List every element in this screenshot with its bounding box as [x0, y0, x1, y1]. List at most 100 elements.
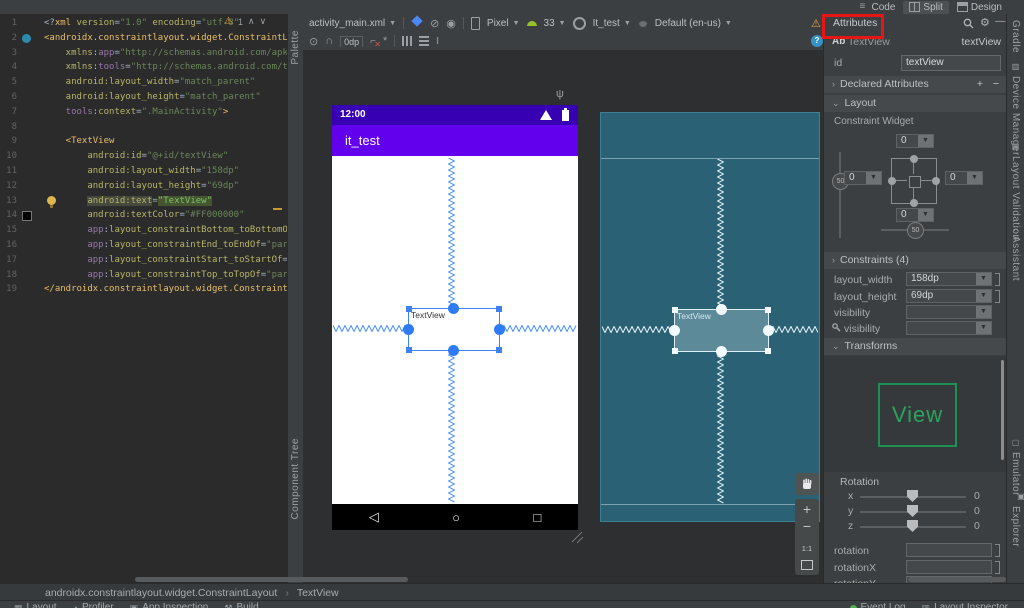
tab-design[interactable]: Design — [951, 1, 1008, 14]
remove-attribute-button[interactable]: − — [993, 76, 999, 93]
code-line[interactable]: 2 <androidx.constraintlayout.widget.Const… — [0, 31, 287, 46]
code-line[interactable]: 12 android:layout_height="69dp" — [0, 179, 287, 194]
margin-end-dropdown[interactable]: 0 ▼ — [945, 171, 983, 185]
visibility-dropdown[interactable]: ▼ — [906, 305, 992, 319]
zoom-reset-button[interactable]: 1:1 — [802, 541, 812, 556]
anchor-top[interactable] — [448, 303, 459, 314]
constraint-anchor-start[interactable] — [888, 177, 896, 185]
panel-scrollbar[interactable] — [1001, 360, 1004, 460]
resize-handle-nw[interactable] — [672, 307, 678, 313]
anchor-bottom[interactable] — [448, 345, 459, 356]
rotation-z-thumb[interactable] — [907, 520, 918, 532]
design-surface[interactable]: ψ 12:00 it_test TextView ◁ ○ □ TextView … — [303, 50, 823, 583]
anchor-bottom[interactable] — [716, 346, 727, 357]
palette-tab[interactable]: Palette — [290, 30, 301, 65]
code-line[interactable]: 19 </androidx.constraintlayout.widget.Con… — [0, 282, 287, 297]
locale-selector[interactable]: Default (en-us) ▼ — [655, 18, 732, 29]
code-line[interactable]: 11 android:layout_width="158dp" — [0, 164, 287, 179]
layout-section-header[interactable]: ⌄ Layout — [824, 95, 1007, 112]
layers-icon[interactable] — [411, 15, 423, 30]
resize-handle-sw[interactable] — [672, 348, 678, 354]
code-line[interactable]: 13 android:text="TextView" — [0, 194, 287, 209]
layout-width-dropdown[interactable]: 158dp ▼ — [906, 272, 992, 286]
code-line[interactable]: 10 android:id="@+id/textView" — [0, 149, 287, 164]
id-input[interactable]: textView — [901, 55, 1001, 71]
theme-selector[interactable]: It_test ▼ — [593, 18, 631, 29]
device-file-explorer-tab[interactable]: ▣ Device File Explorer — [1010, 492, 1024, 583]
intention-bulb-icon[interactable] — [47, 195, 56, 208]
tool-window-event-log[interactable]: Event Log — [849, 601, 906, 608]
default-margins-selector[interactable]: 0dp — [340, 35, 364, 47]
resize-handle-nw[interactable] — [406, 306, 412, 312]
prev-issue-icon[interactable]: ∧ — [248, 16, 255, 27]
anchor-top[interactable] — [716, 304, 727, 315]
tools-visibility-dropdown[interactable]: ▼ — [906, 321, 992, 335]
constraint-anchor-end[interactable] — [932, 177, 940, 185]
rotation-x-input[interactable] — [906, 560, 992, 574]
breadcrumb-textview[interactable]: TextView — [297, 587, 339, 599]
code-line[interactable]: 8 — [0, 120, 287, 135]
layout-height-dropdown[interactable]: 69dp ▼ — [906, 289, 992, 303]
canvas-resize-handle[interactable] — [570, 530, 584, 544]
code-editor[interactable]: 1 <?xml version="1.0" encoding="utf-8" 2 <a… — [0, 14, 287, 583]
tool-window-profiler[interactable]: ◔ Profiler — [73, 601, 114, 608]
resize-handle-sw[interactable] — [406, 347, 412, 353]
rotation-input[interactable] — [906, 543, 992, 557]
emulator-tab[interactable]: ▢ Emulator — [1010, 438, 1021, 496]
margin-start-dropdown[interactable]: 0 ▼ — [844, 171, 882, 185]
rotation-x-thumb[interactable] — [907, 490, 918, 502]
constraint-widget[interactable] — [888, 155, 940, 207]
code-line[interactable]: 16 app:layout_constraintEnd_toEndOf="par… — [0, 238, 287, 253]
rotation-y-thumb[interactable] — [907, 505, 918, 517]
panel-horizontal-scrollbar[interactable] — [908, 577, 1006, 582]
tab-split[interactable]: Split — [903, 0, 949, 14]
search-icon[interactable] — [963, 18, 974, 29]
resize-handle-ne[interactable] — [765, 307, 771, 313]
code-line[interactable]: 3 xmlns:app="http://schemas.android.com/… — [0, 46, 287, 61]
breadcrumb-constraintlayout[interactable]: androidx.constraintlayout.widget.Constra… — [45, 587, 277, 599]
error-stripe-mark[interactable] — [273, 208, 282, 210]
horizontal-bias-handle[interactable]: 50 — [907, 222, 924, 239]
code-line[interactable]: 17 app:layout_constraintStart_toStartOf=… — [0, 253, 287, 268]
tool-window-layout[interactable]: ▦ Layout — [14, 601, 57, 608]
guidelines-icon[interactable]: I — [436, 36, 439, 47]
gear-icon[interactable]: ⚙ — [980, 16, 990, 29]
resize-handle-se[interactable] — [765, 348, 771, 354]
zoom-in-button[interactable]: + — [803, 501, 811, 518]
assistant-tab[interactable]: ∷ Assistant — [1010, 226, 1021, 281]
design-preview-phone[interactable]: 12:00 it_test TextView ◁ ○ □ — [332, 105, 578, 530]
pan-tool-button[interactable] — [795, 473, 819, 495]
constraints-section-header[interactable]: › Constraints (4) — [824, 252, 1007, 269]
code-line[interactable]: 15 app:layout_constraintBottom_toBottomO… — [0, 223, 287, 238]
code-line[interactable]: 4 xmlns:tools="http://schemas.android.co… — [0, 60, 287, 75]
gradle-tab[interactable]: Gradle — [1010, 20, 1021, 53]
add-attribute-button[interactable]: + — [977, 76, 983, 93]
pack-icon[interactable] — [402, 36, 413, 46]
blueprint-preview-phone[interactable]: TextView — [600, 112, 820, 522]
file-tab[interactable]: activity_main.xml ▼ — [309, 18, 396, 29]
warning-icon[interactable]: ⚠ — [811, 17, 821, 30]
anchor-end[interactable] — [494, 324, 505, 335]
code-line[interactable]: 5 android:layout_width="match_parent" — [0, 75, 287, 90]
code-line[interactable]: 7 tools:context=".MainActivity"> — [0, 105, 287, 120]
no-design-surface-icon[interactable]: ⊘ — [430, 17, 439, 30]
zoom-out-button[interactable]: − — [803, 518, 811, 535]
code-line[interactable]: 14 android:textColor="#FF000000" — [0, 208, 287, 223]
margin-top-dropdown[interactable]: 0 ▼ — [896, 134, 934, 148]
resize-handle-se[interactable] — [496, 347, 502, 353]
code-line[interactable]: 18 app:layout_constraintTop_toTopOf="par… — [0, 268, 287, 283]
zoom-to-fit-button[interactable] — [801, 560, 813, 570]
resize-handle-ne[interactable] — [496, 306, 502, 312]
minimize-icon[interactable]: — — [995, 15, 1006, 27]
transforms-section-header[interactable]: ⌄ Transforms — [824, 338, 1007, 355]
device-selector[interactable]: Pixel ▼ — [487, 18, 520, 29]
constraint-anchor-bottom[interactable] — [910, 199, 918, 207]
transform-preview[interactable]: View — [824, 356, 1007, 472]
editor-horizontal-scrollbar[interactable] — [135, 577, 408, 582]
tool-window-layout-inspector[interactable]: ▥ Layout Inspector — [922, 601, 1008, 608]
autoconnect-icon[interactable]: ∩ — [325, 35, 333, 47]
component-tree-tab[interactable]: Component Tree — [290, 438, 301, 520]
margin-bottom-dropdown[interactable]: 0 ▼ — [896, 208, 934, 222]
tab-code[interactable]: ≡ Code — [854, 1, 902, 14]
tool-window-app-inspection[interactable]: ▣ App Inspection — [130, 601, 209, 608]
